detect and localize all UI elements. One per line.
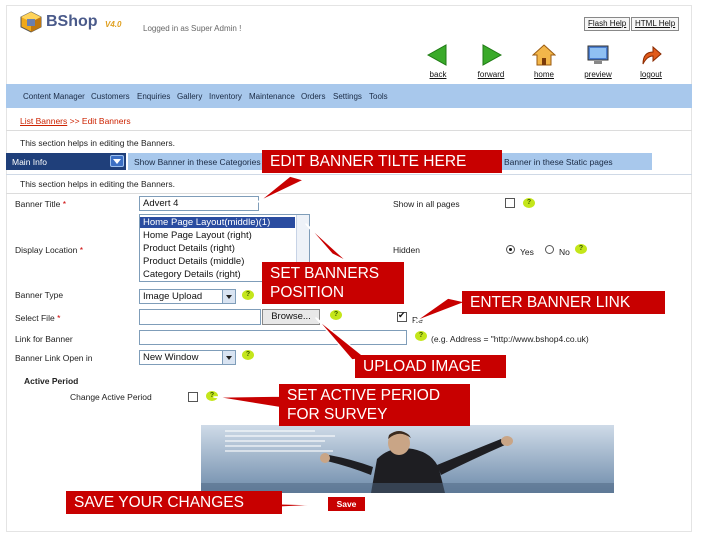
menu-tools[interactable]: Tools bbox=[369, 92, 388, 101]
chevron-down-icon[interactable] bbox=[222, 290, 235, 303]
tab-show-categories[interactable]: Show Banner in these Categories bbox=[128, 153, 278, 170]
section-help-text: This section helps in editing the Banner… bbox=[20, 138, 175, 148]
display-location-label: Display Location * bbox=[15, 245, 84, 255]
forward-label: forward bbox=[477, 70, 505, 79]
help-icon[interactable]: ? bbox=[330, 310, 342, 320]
change-active-period-label: Change Active Period bbox=[70, 392, 152, 402]
help-icon[interactable]: ? bbox=[415, 331, 427, 341]
breadcrumb-current: Edit Banners bbox=[81, 116, 131, 126]
form-help-text: This section helps in editing the Banner… bbox=[20, 179, 175, 189]
help-icon[interactable]: ? bbox=[575, 244, 587, 254]
select-file-label: Select File * bbox=[15, 313, 61, 323]
divider bbox=[6, 130, 692, 131]
banner-link-input[interactable] bbox=[139, 330, 407, 345]
callout-edit-title: EDIT BANNER TILTE HERE bbox=[262, 150, 502, 173]
link-open-in-label: Banner Link Open in bbox=[15, 353, 93, 363]
resize-label: Re bbox=[412, 315, 423, 325]
back-arrow-icon bbox=[426, 44, 450, 66]
browse-button[interactable]: Browse... bbox=[262, 309, 320, 325]
logout-label: logout bbox=[640, 70, 662, 79]
help-icon[interactable]: ? bbox=[242, 350, 254, 360]
change-active-period-checkbox[interactable] bbox=[188, 392, 198, 402]
callout-set-position-line2: POSITION bbox=[270, 284, 345, 301]
breadcrumb-separator: >> bbox=[67, 116, 82, 126]
preview-button[interactable]: preview bbox=[576, 44, 620, 79]
breadcrumb: List Banners >> Edit Banners bbox=[20, 116, 131, 126]
home-icon bbox=[531, 44, 557, 66]
callout-set-position: SET BANNERS POSITION bbox=[262, 262, 404, 304]
location-option-selected[interactable]: Home Page Layout(middle)(1) bbox=[140, 217, 295, 228]
hidden-no-label: No bbox=[559, 247, 570, 257]
banner-type-label: Banner Type bbox=[15, 290, 64, 300]
location-option[interactable]: Product Details (middle) bbox=[143, 256, 244, 267]
breadcrumb-list-banners[interactable]: List Banners bbox=[20, 116, 67, 126]
callout-active-period: SET ACTIVE PERIOD FOR SURVEY bbox=[279, 384, 470, 426]
menu-enquiries[interactable]: Enquiries bbox=[137, 92, 170, 101]
menu-customers[interactable]: Customers bbox=[91, 92, 130, 101]
hidden-label: Hidden bbox=[393, 245, 420, 255]
version-label: V4.0 bbox=[105, 20, 122, 29]
back-button[interactable]: back bbox=[416, 44, 460, 79]
preview-label: preview bbox=[584, 70, 612, 79]
menu-orders[interactable]: Orders bbox=[301, 92, 325, 101]
monitor-icon bbox=[586, 44, 610, 66]
resize-checkbox[interactable] bbox=[397, 310, 407, 322]
link-for-banner-label: Link for Banner bbox=[15, 334, 73, 344]
menu-inventory[interactable]: Inventory bbox=[209, 92, 242, 101]
help-icon[interactable]: ? bbox=[523, 198, 535, 208]
chevron-down-icon[interactable] bbox=[222, 351, 235, 364]
logout-button[interactable]: logout bbox=[629, 44, 673, 79]
home-button[interactable]: home bbox=[522, 44, 566, 79]
html-help-link[interactable]: HTML Help bbox=[631, 17, 680, 31]
file-path-input[interactable] bbox=[139, 309, 261, 325]
location-option[interactable]: Home Page Layout (right) bbox=[143, 230, 252, 241]
bshop-logo-icon bbox=[20, 11, 42, 33]
home-label: home bbox=[533, 70, 554, 79]
location-option[interactable]: Category Details (right) bbox=[143, 269, 241, 280]
hidden-yes-radio[interactable] bbox=[506, 245, 515, 254]
tab-main-info[interactable]: Main Info bbox=[6, 153, 126, 170]
menu-gallery[interactable]: Gallery bbox=[177, 92, 202, 101]
logo-text: BShop bbox=[46, 13, 98, 30]
banner-preview-image bbox=[201, 425, 614, 493]
callout-upload-image: UPLOAD IMAGE bbox=[355, 355, 506, 378]
hidden-yes-label: Yes bbox=[520, 247, 534, 257]
callout-set-position-line1: SET BANNERS bbox=[270, 265, 380, 282]
chevron-down-icon[interactable] bbox=[110, 155, 124, 167]
divider bbox=[6, 193, 692, 194]
logout-arrow-icon bbox=[639, 44, 663, 66]
callout-save-changes: SAVE YOUR CHANGES bbox=[66, 491, 282, 514]
help-icon[interactable]: ? bbox=[242, 290, 254, 300]
callout-active-period-line1: SET ACTIVE PERIOD bbox=[287, 387, 441, 404]
forward-arrow-icon bbox=[479, 44, 503, 66]
back-label: back bbox=[429, 70, 447, 79]
tab-show-static-pages[interactable]: Banner in these Static pages bbox=[498, 153, 652, 170]
help-icon[interactable]: ? bbox=[206, 391, 218, 401]
forward-button[interactable]: forward bbox=[469, 44, 513, 79]
menu-settings[interactable]: Settings bbox=[333, 92, 362, 101]
banner-title-input[interactable]: Advert 4 bbox=[139, 196, 259, 211]
callout-active-period-line2: FOR SURVEY bbox=[287, 406, 388, 423]
save-button[interactable]: Save bbox=[328, 497, 365, 511]
main-menu-bar: Content Manager Customers Enquiries Gall… bbox=[6, 84, 692, 108]
hidden-no-radio[interactable] bbox=[545, 245, 554, 254]
open-in-select[interactable]: New Window bbox=[139, 350, 236, 365]
callout-enter-link: ENTER BANNER LINK bbox=[462, 291, 665, 314]
banner-title-label: Banner Title * bbox=[15, 199, 67, 209]
banner-type-select[interactable]: Image Upload bbox=[139, 289, 236, 304]
flash-help-link[interactable]: Flash Help bbox=[584, 17, 631, 31]
show-all-pages-label: Show in all pages bbox=[393, 199, 460, 209]
banner-type-value: Image Upload bbox=[143, 291, 203, 302]
link-example-hint: (e.g. Address = "http://www.bshop4.co.uk… bbox=[431, 334, 589, 344]
active-period-heading: Active Period bbox=[24, 376, 79, 386]
menu-maintenance[interactable]: Maintenance bbox=[249, 92, 295, 101]
divider bbox=[6, 174, 692, 175]
location-option[interactable]: Product Details (right) bbox=[143, 243, 235, 254]
show-all-pages-checkbox[interactable] bbox=[505, 198, 515, 208]
tab-main-info-label: Main Info bbox=[12, 157, 47, 167]
logged-in-status: Logged in as Super Admin ! bbox=[143, 24, 242, 33]
open-in-value: New Window bbox=[143, 352, 199, 363]
menu-content-manager[interactable]: Content Manager bbox=[23, 92, 85, 101]
